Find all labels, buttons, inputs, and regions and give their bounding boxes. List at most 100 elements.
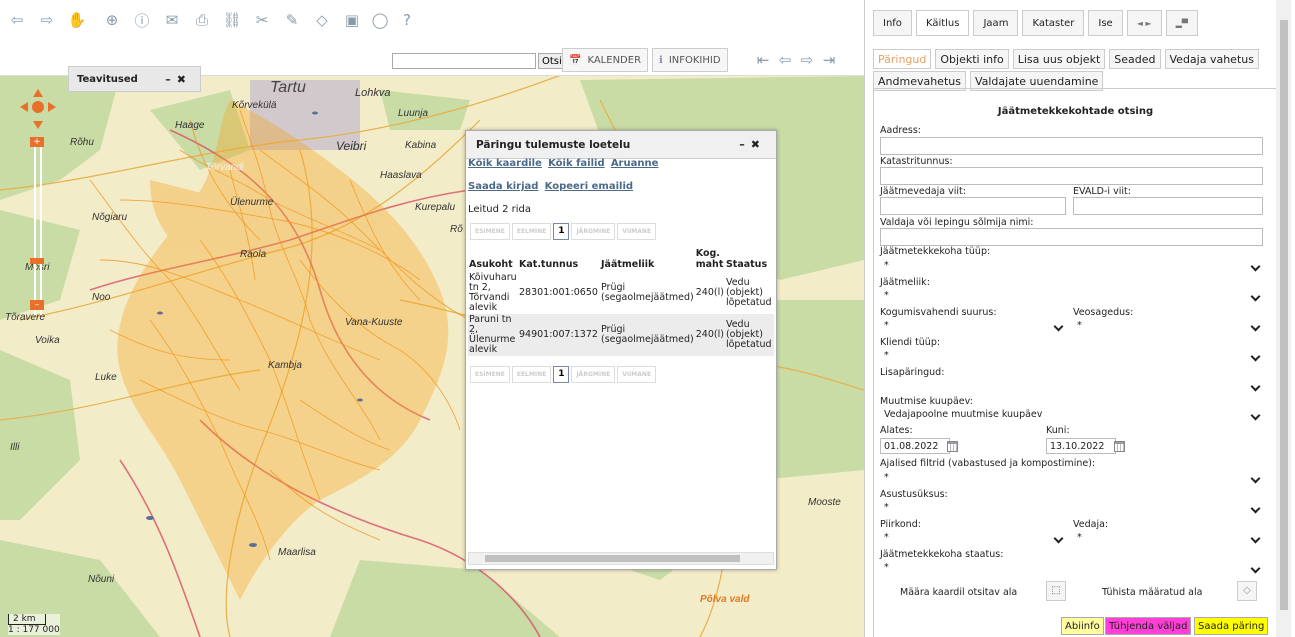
zoom-slider[interactable]: + – [30, 137, 44, 315]
calendar-icon[interactable] [1114, 441, 1125, 452]
pager-prev[interactable]: EELMINE [511, 223, 552, 240]
all-files-link[interactable]: Kõik failid [548, 158, 605, 169]
copy-emails-link[interactable]: Kopeeri emailid [545, 181, 633, 192]
map-label: Haaslava [380, 170, 422, 181]
vedaja-viit-input[interactable] [880, 197, 1066, 215]
horizontal-scrollbar[interactable] [468, 552, 774, 565]
next-icon[interactable]: ⇨ [798, 51, 816, 69]
tab-objekti-info[interactable]: Objekti info [935, 49, 1009, 69]
all-to-map-link[interactable]: Kõik kaardile [468, 158, 542, 169]
col-asukoht[interactable]: Asukoht [468, 246, 518, 272]
vertical-scrollbar[interactable] [1276, 0, 1291, 637]
zoom-in-icon[interactable]: + [30, 137, 44, 147]
muutmise-select[interactable]: Vedajapoolne muutmise kuupäev [880, 407, 1263, 423]
email-icon[interactable]: ✉ [161, 9, 183, 31]
tab-layout[interactable]: ▂▀ [1165, 10, 1198, 36]
tab-arrows[interactable]: ◄ ► [1126, 10, 1162, 36]
alates-input[interactable]: 01.08.2022 [880, 438, 950, 454]
pager-first[interactable]: ESIMENE [470, 223, 510, 240]
katastritunnus-input[interactable] [880, 167, 1263, 185]
pager-next[interactable]: JÄRGMINE [571, 223, 616, 240]
table-row[interactable]: Paruni tn 2, Ülenurme alevik 94901:007:1… [468, 313, 774, 356]
col-maht[interactable]: Kog. maht [695, 246, 725, 272]
send-query-button[interactable]: Saada päring [1194, 617, 1269, 635]
kuni-input[interactable]: 13.10.2022 [1046, 438, 1116, 454]
map-area[interactable]: Tartu Lohkva Luunja Haage Rõhu Veibri Ka… [0, 0, 864, 637]
pager-first[interactable]: ESIMENE [470, 365, 510, 383]
circle-icon[interactable]: ◯ [369, 9, 391, 31]
select-area-icon[interactable]: ⬚ [1046, 581, 1066, 601]
tab-kaitlus[interactable]: Käitlus [915, 10, 970, 36]
liik-select[interactable]: * [880, 288, 1263, 304]
query-results-window[interactable]: Päringu tulemuste loetelu –✖ Kõik kaardi… [465, 130, 777, 570]
piirkond-select[interactable]: * [880, 530, 1066, 546]
clear-fields-button[interactable]: Tühjenda väljad [1105, 617, 1192, 635]
label-ajalised: Ajalised filtrid (vabastused ja komposti… [880, 458, 1096, 469]
zoom-icon[interactable]: ⊕ [101, 9, 123, 31]
zoom-handle[interactable] [30, 258, 44, 264]
map-search-input[interactable] [392, 53, 536, 69]
notifications-panel[interactable]: Teavitused –✖ [68, 66, 201, 92]
cell-staatus: Vedu (objekt) lõpetatud [724, 313, 774, 356]
vedaja-select[interactable]: * [1073, 530, 1263, 546]
first-icon[interactable]: ⇤ [754, 51, 772, 69]
col-kat[interactable]: Kat.tunnus [518, 246, 600, 272]
scrollbar-thumb[interactable] [485, 555, 740, 562]
tab-vedaja-vahetus[interactable]: Vedaja vahetus [1164, 49, 1259, 69]
calendar-button[interactable]: 📅 KALENDER [562, 48, 649, 72]
table-row[interactable]: Kõivuharu tn 2, Tõrvandi alevik 28301:00… [468, 272, 774, 314]
sagedus-select[interactable]: * [1073, 318, 1263, 334]
col-liik[interactable]: Jäätmeliik [600, 246, 695, 272]
last-icon[interactable]: ⇥ [820, 51, 838, 69]
evald-input[interactable] [1073, 197, 1263, 215]
info-icon[interactable]: ⓘ [131, 9, 153, 31]
lisa-select[interactable] [880, 378, 1263, 394]
report-link[interactable]: Aruanne [611, 158, 659, 169]
tab-ise[interactable]: Ise [1088, 10, 1123, 36]
map-label: Lohkva [355, 87, 390, 99]
draw-icon[interactable]: ✎ [281, 9, 303, 31]
kliendi-select[interactable]: * [880, 348, 1263, 364]
window-controls[interactable]: –✖ [739, 138, 766, 151]
aadress-input[interactable] [880, 137, 1263, 155]
staatus-select[interactable]: * [880, 560, 1263, 576]
measure-icon[interactable]: ✂ [251, 9, 273, 31]
link-icon[interactable]: ⛓ [221, 9, 243, 31]
help-button[interactable]: Abiinfo [1061, 617, 1104, 635]
valdaja-input[interactable] [880, 228, 1263, 246]
send-letters-link[interactable]: Saada kirjad [468, 181, 538, 192]
infolayers-button[interactable]: ℹ INFOKIHID [652, 48, 728, 72]
pager-last[interactable]: VIIMANE [617, 223, 657, 240]
tab-seaded[interactable]: Seaded [1109, 49, 1161, 69]
forward-arrow-icon[interactable]: ⇨ [36, 9, 58, 31]
tab-jaam[interactable]: Jaam [973, 10, 1019, 36]
calendar-icon[interactable] [947, 441, 958, 452]
suurus-select[interactable]: * [880, 318, 1066, 334]
back-arrow-icon[interactable]: ⇦ [6, 9, 28, 31]
tab-paringud[interactable]: Päringud [873, 49, 932, 69]
window-controls[interactable]: –✖ [165, 73, 192, 86]
image-icon[interactable]: ▣ [341, 9, 363, 31]
tab-kataster[interactable]: Kataster [1022, 10, 1085, 36]
col-staatus[interactable]: Staatus [725, 246, 774, 272]
pager-prev[interactable]: EELMINE [511, 365, 552, 383]
asutus-select[interactable]: * [880, 500, 1263, 516]
pager-last[interactable]: VIIMANE [617, 365, 657, 383]
pan-hand-icon[interactable]: ✋ [66, 9, 88, 31]
pager-current[interactable]: 1 [553, 365, 570, 383]
prev-icon[interactable]: ⇦ [776, 51, 794, 69]
pager-current[interactable]: 1 [553, 223, 570, 240]
print-icon[interactable]: ⎙ [191, 9, 213, 31]
zoom-out-icon[interactable]: – [30, 300, 44, 310]
eraser-icon[interactable]: ◇ [1237, 581, 1257, 601]
pan-control[interactable] [16, 85, 60, 145]
scrollbar-thumb[interactable] [1280, 20, 1288, 610]
tyyp-select[interactable]: * [880, 258, 1263, 274]
pager-next[interactable]: JÄRGMINE [571, 365, 616, 383]
tab-lisa-uus-objekt[interactable]: Lisa uus objekt [1012, 49, 1106, 69]
tab-info[interactable]: Info [873, 10, 912, 36]
results-header[interactable]: Päringu tulemuste loetelu –✖ [466, 131, 776, 159]
eraser-icon[interactable]: ◇ [311, 9, 333, 31]
ajalised-select[interactable]: * [880, 470, 1263, 486]
help-icon[interactable]: ? [396, 9, 418, 31]
